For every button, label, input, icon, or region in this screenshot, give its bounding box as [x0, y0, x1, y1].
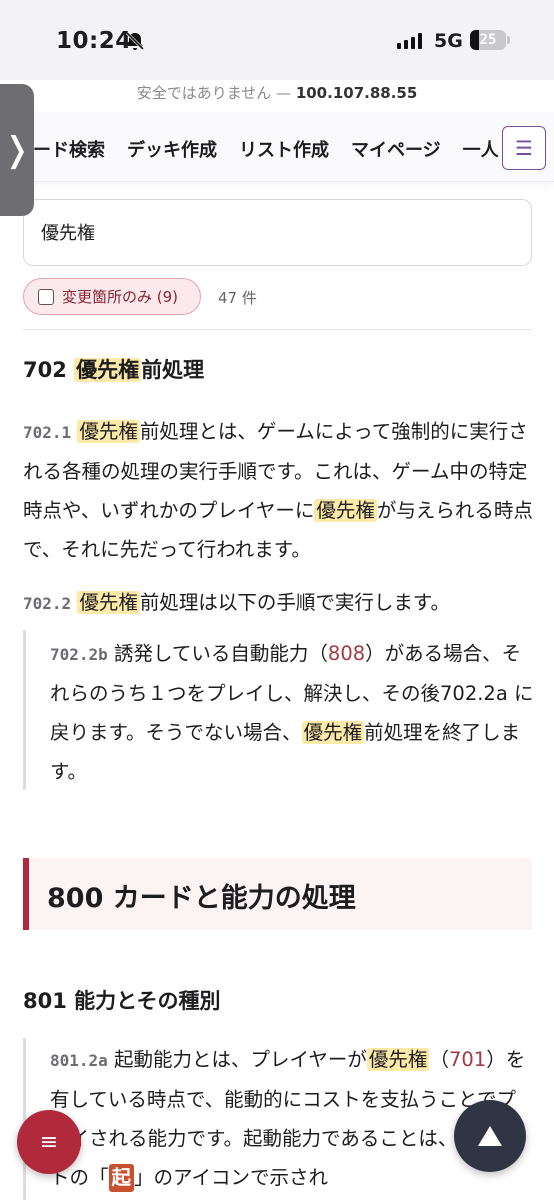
rule-heading-702: 702 優先権前処理	[23, 358, 205, 382]
rule-702-1: 702.1 優先権 前処理とは、ゲームによって強制的に実行される各種の処理の実行手…	[23, 420, 533, 561]
rule-702-2b-block: 702.2b 誘発している自動能力（808）がある場合、それらのうち１つをプレイ…	[23, 630, 535, 790]
filter-label: 変更箇所のみ (9)	[62, 288, 179, 306]
result-count: 47 件	[218, 289, 257, 307]
bell-muted-icon	[125, 31, 145, 51]
list-menu-icon: ≡	[39, 1129, 59, 1155]
chevron-right-icon: ❭	[2, 130, 32, 170]
nav-card-search[interactable]: ード検索	[33, 136, 105, 162]
rule-702-2: 702.2 優先権 前処理は以下の手順で実行します。	[23, 591, 450, 614]
search-input[interactable]: 優先権	[23, 199, 532, 266]
section-heading-800: 800 カードと能力の処理	[23, 858, 532, 930]
rule-702-2b: 702.2b 誘発している自動能力（808）がある場合、それらのうち１つをプレイ…	[50, 642, 534, 783]
rule-heading-801: 801 能力とその種別	[23, 989, 221, 1013]
url-security-warning: 安全ではありません —	[136, 84, 292, 102]
signal-icon	[397, 33, 422, 49]
url-host: 100.107.88.55	[295, 84, 418, 102]
status-time: 10:24	[56, 28, 132, 54]
menu-button[interactable]: ☰	[502, 126, 546, 170]
toc-menu-button[interactable]: ≡	[17, 1110, 81, 1174]
side-panel-toggle[interactable]: ❭	[0, 84, 34, 216]
nav-deck-create[interactable]: デッキ作成	[127, 136, 217, 162]
url-bar[interactable]: 安全ではありません — 100.107.88.55	[0, 82, 554, 103]
nav-solo[interactable]: 一人	[463, 136, 499, 162]
divider	[23, 329, 532, 330]
checkbox-icon[interactable]	[38, 288, 54, 305]
rule-link-701[interactable]: 701	[449, 1048, 486, 1071]
battery-icon: 25	[470, 30, 506, 50]
battery-tip	[507, 36, 510, 44]
network-type: 5G	[434, 30, 463, 52]
scroll-top-arrow-icon	[478, 1126, 502, 1146]
scroll-top-button[interactable]	[454, 1100, 526, 1172]
rule-link-808[interactable]: 808	[328, 642, 365, 665]
top-nav: ード検索 デッキ作成 リスト作成 マイページ 一人 ☰	[0, 112, 554, 182]
battery-level: 25	[479, 32, 497, 48]
hamburger-icon: ☰	[515, 136, 533, 160]
changed-only-filter[interactable]: 変更箇所のみ (9)	[23, 278, 201, 315]
nav-list-create[interactable]: リスト作成	[239, 136, 329, 162]
nav-my-page[interactable]: マイページ	[351, 136, 441, 162]
status-bar: 10:24 5G 25 安全ではありません — 100.107.88.55	[0, 0, 554, 102]
activate-ability-icon: 起	[108, 1164, 135, 1192]
